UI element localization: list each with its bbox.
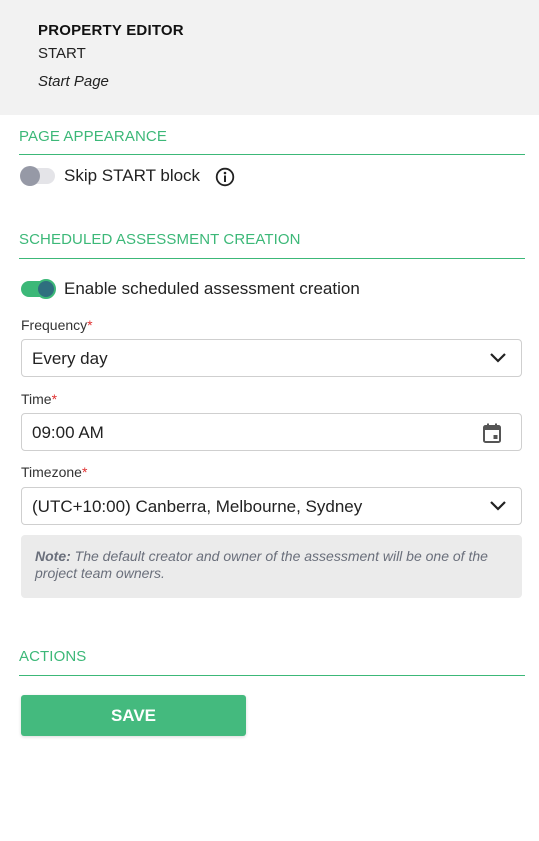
section-divider — [19, 258, 525, 259]
time-label-text: Time — [21, 391, 52, 407]
editor-header: PROPERTY EDITOR START Start Page — [0, 0, 539, 115]
enable-schedule-label: Enable scheduled assessment creation — [64, 279, 360, 298]
chevron-down-icon — [489, 351, 507, 365]
note-box: Note: The default creator and owner of t… — [21, 535, 522, 598]
enable-schedule-toggle[interactable] — [21, 279, 56, 299]
section-divider — [19, 675, 525, 676]
calendar-icon[interactable] — [480, 421, 504, 445]
skip-start-toggle[interactable] — [20, 166, 55, 186]
frequency-label: Frequency* — [21, 317, 93, 333]
note-prefix: Note: — [35, 548, 71, 564]
required-marker: * — [81, 464, 88, 480]
editor-title: PROPERTY EDITOR — [38, 22, 184, 39]
toggle-knob — [20, 166, 40, 186]
required-marker: * — [87, 317, 93, 333]
block-name: START — [38, 45, 86, 62]
section-title-scheduled: SCHEDULED ASSESSMENT CREATION — [19, 231, 301, 248]
timezone-value: (UTC+10:00) Canberra, Melbourne, Sydney — [32, 497, 363, 516]
toggle-knob — [36, 279, 56, 299]
section-divider — [19, 154, 525, 155]
skip-start-label: Skip START block — [64, 166, 201, 185]
required-marker: * — [51, 391, 58, 407]
save-button[interactable]: SAVE — [21, 695, 246, 736]
timezone-select[interactable]: (UTC+10:00) Canberra, Melbourne, Sydney — [21, 487, 522, 525]
page-name: Start Page — [38, 73, 109, 90]
timezone-label: Timezone* — [21, 464, 87, 480]
time-input[interactable]: 09:00 AM — [21, 413, 522, 451]
info-icon[interactable] — [215, 167, 235, 187]
timezone-label-text: Timezone — [21, 464, 82, 480]
frequency-label-text: Frequency — [21, 317, 88, 333]
section-title-actions: ACTIONS — [19, 648, 87, 665]
frequency-value: Every day — [32, 349, 108, 368]
chevron-down-icon — [489, 499, 507, 513]
section-title-page-appearance: PAGE APPEARANCE — [19, 128, 167, 145]
time-value: 09:00 AM — [32, 423, 104, 442]
note-text: The default creator and owner of the ass… — [35, 548, 488, 581]
frequency-select[interactable]: Every day — [21, 339, 522, 377]
time-label: Time* — [21, 391, 57, 407]
